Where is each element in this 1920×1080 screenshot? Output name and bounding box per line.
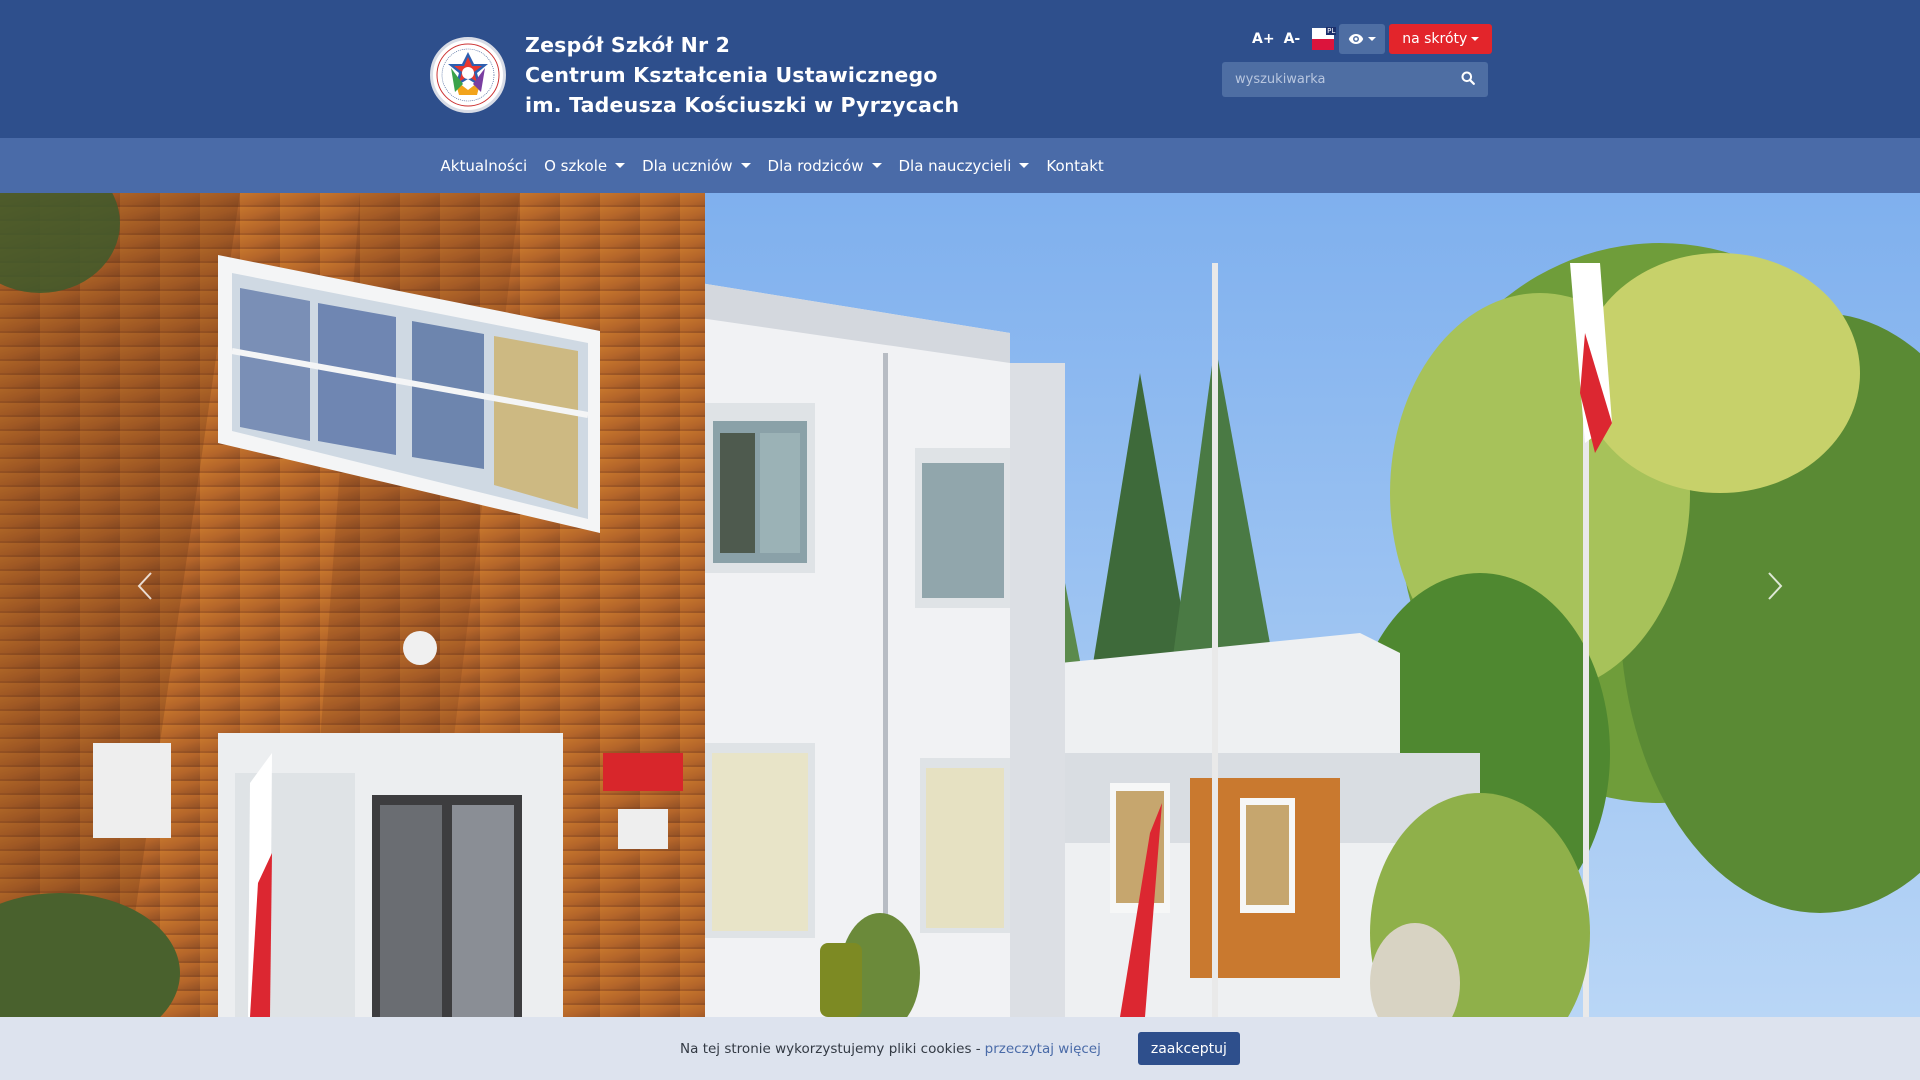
nav-item-dla-rodzicow[interactable]: Dla rodziców [759,157,890,175]
cookie-read-more-link[interactable]: przeczytaj więcej [985,1041,1101,1057]
cookie-consent-bar: Na tej stronie wykorzystujemy pliki cook… [0,1017,1920,1080]
contrast-dropdown-button[interactable] [1339,24,1386,54]
chevron-down-icon [615,163,626,168]
polish-flag-icon[interactable]: PL [1312,27,1337,50]
cookie-accept-button[interactable]: zaakceptuj [1137,1032,1240,1065]
font-increase-button[interactable]: A+ [1252,31,1275,47]
search-input[interactable] [1222,62,1448,97]
school-name-line-1: Zespół Szkół Nr 2 [525,33,731,57]
search-icon [1461,70,1475,89]
school-crest-logo [430,37,506,113]
font-decrease-button[interactable]: A- [1284,31,1301,47]
search-form [1222,62,1488,97]
nav-item-kontakt[interactable]: Kontakt [1038,157,1112,175]
eye-icon [1348,30,1364,49]
chevron-down-icon [740,163,751,168]
chevron-down-icon [871,163,882,168]
nav-item-label: Kontakt [1046,156,1104,175]
carousel-prev-button[interactable] [110,553,180,623]
brand-link[interactable]: Zespół Szkół Nr 2 Centrum Kształcenia Us… [430,30,959,120]
nav-item-o-szkole[interactable]: O szkole [536,157,634,175]
cookie-text: Na tej stronie wykorzystujemy pliki cook… [680,1040,981,1057]
school-name-line-2: Centrum Kształcenia Ustawicznego [525,63,938,87]
school-name: Zespół Szkół Nr 2 Centrum Kształcenia Us… [525,30,959,120]
chevron-down-icon [1471,37,1480,41]
chevron-down-icon [1368,37,1377,41]
school-name-line-3: im. Tadeusza Kościuszki w Pyrzycach [525,93,960,117]
nav-item-aktualnosci[interactable]: Aktualności [432,157,536,175]
cookie-accept-label: zaakceptuj [1150,1040,1227,1057]
search-button[interactable] [1448,62,1488,97]
chevron-down-icon [1019,163,1030,168]
shortcuts-dropdown-button[interactable]: na skróty [1389,24,1493,54]
shortcuts-label: na skróty [1402,31,1468,47]
school-building-photo [0,193,1920,1017]
main-navigation: Aktualności O szkole Dla uczniów Dla rod… [0,138,1920,193]
site-header: Zespół Szkół Nr 2 Centrum Kształcenia Us… [0,0,1920,138]
nav-item-label: Aktualności [440,156,528,175]
carousel-next-button[interactable] [1740,553,1810,623]
chevron-right-icon [1765,571,1785,605]
nav-item-label: O szkole [544,156,608,175]
nav-item-label: Dla rodziców [767,156,864,175]
nav-item-label: Dla nauczycieli [898,156,1012,175]
nav-item-label: Dla uczniów [642,156,733,175]
nav-item-dla-uczniow[interactable]: Dla uczniów [634,157,759,175]
chevron-left-icon [135,571,155,605]
accessibility-tools: A+ A- PL na skróty [1252,24,1493,54]
hero-carousel [0,193,1920,1017]
nav-item-dla-nauczycieli[interactable]: Dla nauczycieli [890,157,1038,175]
